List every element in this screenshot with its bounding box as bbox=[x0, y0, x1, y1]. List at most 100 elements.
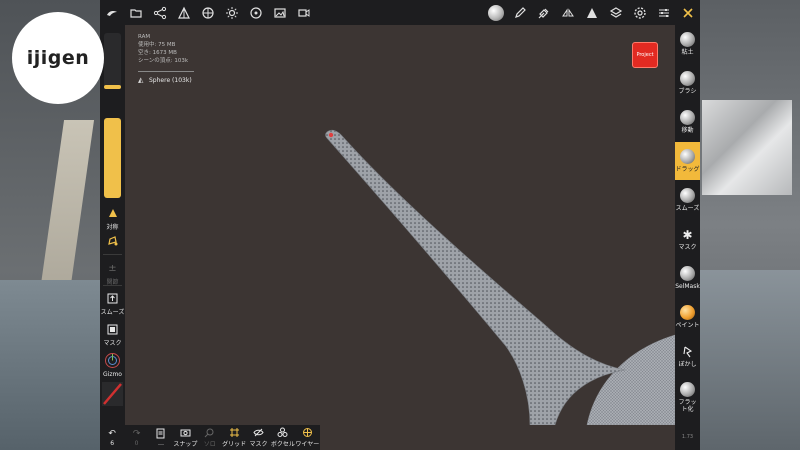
tool-brush[interactable]: ブラシ bbox=[675, 64, 700, 102]
background-floor-right bbox=[700, 270, 800, 450]
background-floor bbox=[0, 280, 100, 450]
memory-stats: RAM 使用中: 75 MB 空き: 1673 MB シーンの頂点: 103k bbox=[138, 33, 188, 65]
symmetry-label: 対称 bbox=[106, 224, 119, 231]
smooth-box-icon bbox=[106, 291, 120, 305]
tools-cross-icon[interactable] bbox=[676, 0, 700, 25]
channel-logo: ijigen bbox=[12, 12, 104, 104]
tool-blur[interactable]: ぼかし bbox=[675, 337, 700, 375]
mask-button[interactable]: マスク bbox=[100, 322, 125, 347]
stats-free: 空き: 1673 MB bbox=[138, 50, 177, 56]
lasso-tool[interactable] bbox=[100, 233, 125, 247]
tool-mask[interactable]: ✱ マスク bbox=[675, 220, 700, 258]
symmetry-small-icon bbox=[106, 206, 120, 220]
undo-count: 6 bbox=[110, 440, 115, 447]
smooth-button[interactable]: スムーズ bbox=[100, 291, 125, 316]
stroke-ball-icon[interactable] bbox=[484, 0, 508, 25]
channel-logo-text: ijigen bbox=[26, 47, 90, 69]
mask-visibility-label: マスク bbox=[249, 441, 268, 448]
voxel-icon bbox=[277, 427, 288, 438]
grid-label: グリッド bbox=[222, 441, 247, 448]
snapshot-button[interactable]: スナップ bbox=[173, 425, 197, 450]
layers-icon[interactable] bbox=[604, 0, 628, 25]
tool-smooth[interactable]: スムーズ bbox=[675, 181, 700, 219]
intensity-slider[interactable] bbox=[104, 118, 121, 198]
stats-ram-title: RAM bbox=[138, 34, 151, 40]
bottom-toolbar: ↶ 6 ↷ 0 … スナップ ソロ グリッド マスク ボクセル ワイヤー bbox=[100, 425, 320, 450]
symmetry-toggle[interactable]: 対称 bbox=[100, 206, 125, 231]
redo-count: 0 bbox=[134, 440, 139, 447]
solo-label: ソロ bbox=[203, 441, 216, 448]
tool-flatten[interactable]: フラット化 bbox=[675, 375, 700, 419]
tool-selmask[interactable]: SelMask bbox=[675, 259, 700, 297]
wire-icon bbox=[302, 427, 313, 438]
flatten-ball-icon bbox=[680, 381, 695, 397]
move-ball-icon bbox=[680, 110, 695, 125]
stroke-preview[interactable] bbox=[100, 382, 125, 406]
folder-icon[interactable] bbox=[124, 0, 148, 25]
blur-icon bbox=[680, 344, 695, 359]
tool-smooth-label: スムーズ bbox=[675, 205, 700, 212]
background-right bbox=[700, 0, 800, 450]
grid-sphere-icon[interactable] bbox=[196, 0, 220, 25]
sun-icon[interactable] bbox=[220, 0, 244, 25]
settings-icon[interactable] bbox=[628, 0, 652, 25]
tool-flatten-label: フラット化 bbox=[678, 398, 697, 413]
radius-slider[interactable] bbox=[104, 33, 121, 89]
tool-clay[interactable]: 粘土 bbox=[675, 25, 700, 63]
wireframe-label: ワイヤー bbox=[295, 441, 320, 448]
undo-button[interactable]: ↶ 6 bbox=[100, 425, 124, 450]
viewport-canvas[interactable] bbox=[125, 25, 675, 425]
symmetry-icon[interactable] bbox=[556, 0, 580, 25]
history-label: … bbox=[157, 440, 164, 447]
joint-tool[interactable]: ± 関節 bbox=[100, 261, 125, 287]
voxel-button[interactable]: ボクセル bbox=[271, 425, 295, 450]
smooth-label: スムーズ bbox=[100, 309, 125, 316]
radius-slider-fill bbox=[104, 84, 121, 89]
mesh-object-icon: ◭ bbox=[138, 76, 144, 84]
mask-visibility-button[interactable]: マスク bbox=[246, 425, 270, 450]
topology-icon[interactable] bbox=[580, 0, 604, 25]
history-button[interactable]: … bbox=[149, 425, 173, 450]
image-icon[interactable] bbox=[268, 0, 292, 25]
history-icon bbox=[155, 428, 166, 439]
clay-ball-icon bbox=[680, 32, 695, 47]
stroke-preview-icon bbox=[102, 382, 123, 406]
pen-icon[interactable] bbox=[508, 0, 532, 25]
sliders-icon[interactable] bbox=[652, 0, 676, 25]
tool-mask-label: マスク bbox=[678, 244, 697, 251]
redo-button[interactable]: ↷ 0 bbox=[124, 425, 148, 450]
project-button[interactable]: Project bbox=[632, 42, 658, 68]
wireframe-button[interactable]: ワイヤー bbox=[295, 425, 319, 450]
tool-move[interactable]: 移動 bbox=[675, 103, 700, 141]
camera-icon bbox=[180, 427, 191, 438]
intensity-slider-fill bbox=[104, 118, 121, 198]
scene-graph-icon[interactable] bbox=[148, 0, 172, 25]
picker-icon[interactable] bbox=[532, 0, 556, 25]
mask-box-icon bbox=[106, 322, 120, 336]
scene-object-row[interactable]: ◭ Sphere (103k) bbox=[138, 76, 192, 84]
left-separator-2 bbox=[103, 285, 122, 286]
logo-icon[interactable] bbox=[100, 0, 124, 25]
grid-button[interactable]: グリッド bbox=[222, 425, 246, 450]
video-icon[interactable] bbox=[292, 0, 316, 25]
left-toolbar: 対称 ± 関節 スムーズ マスク Gizmo bbox=[100, 25, 125, 425]
paint-ball-icon bbox=[680, 305, 695, 320]
selmask-ball-icon bbox=[680, 266, 695, 281]
eye-slash-icon bbox=[253, 427, 264, 438]
left-separator bbox=[103, 254, 122, 255]
gizmo-button[interactable]: Gizmo bbox=[100, 351, 125, 378]
mask-star-icon: ✱ bbox=[682, 227, 693, 242]
tool-drag-label: ドラッグ bbox=[675, 166, 700, 173]
material-icon[interactable] bbox=[244, 0, 268, 25]
tool-paint[interactable]: ペイント bbox=[675, 298, 700, 336]
stroke-ball bbox=[488, 4, 504, 21]
tool-brush-label: ブラシ bbox=[678, 88, 697, 95]
tools-icon[interactable] bbox=[172, 0, 196, 25]
tool-drag[interactable]: ドラッグ bbox=[675, 142, 700, 180]
top-toolbar bbox=[100, 0, 700, 25]
solo-button[interactable]: ソロ bbox=[198, 425, 222, 450]
brush-ball-icon bbox=[680, 71, 695, 86]
background-marble bbox=[702, 100, 792, 195]
nomad-app: 対称 ± 関節 スムーズ マスク Gizmo 粘土 ブラシ 移動 ドラッグ スム… bbox=[100, 0, 700, 450]
redo-icon: ↷ bbox=[132, 428, 141, 439]
